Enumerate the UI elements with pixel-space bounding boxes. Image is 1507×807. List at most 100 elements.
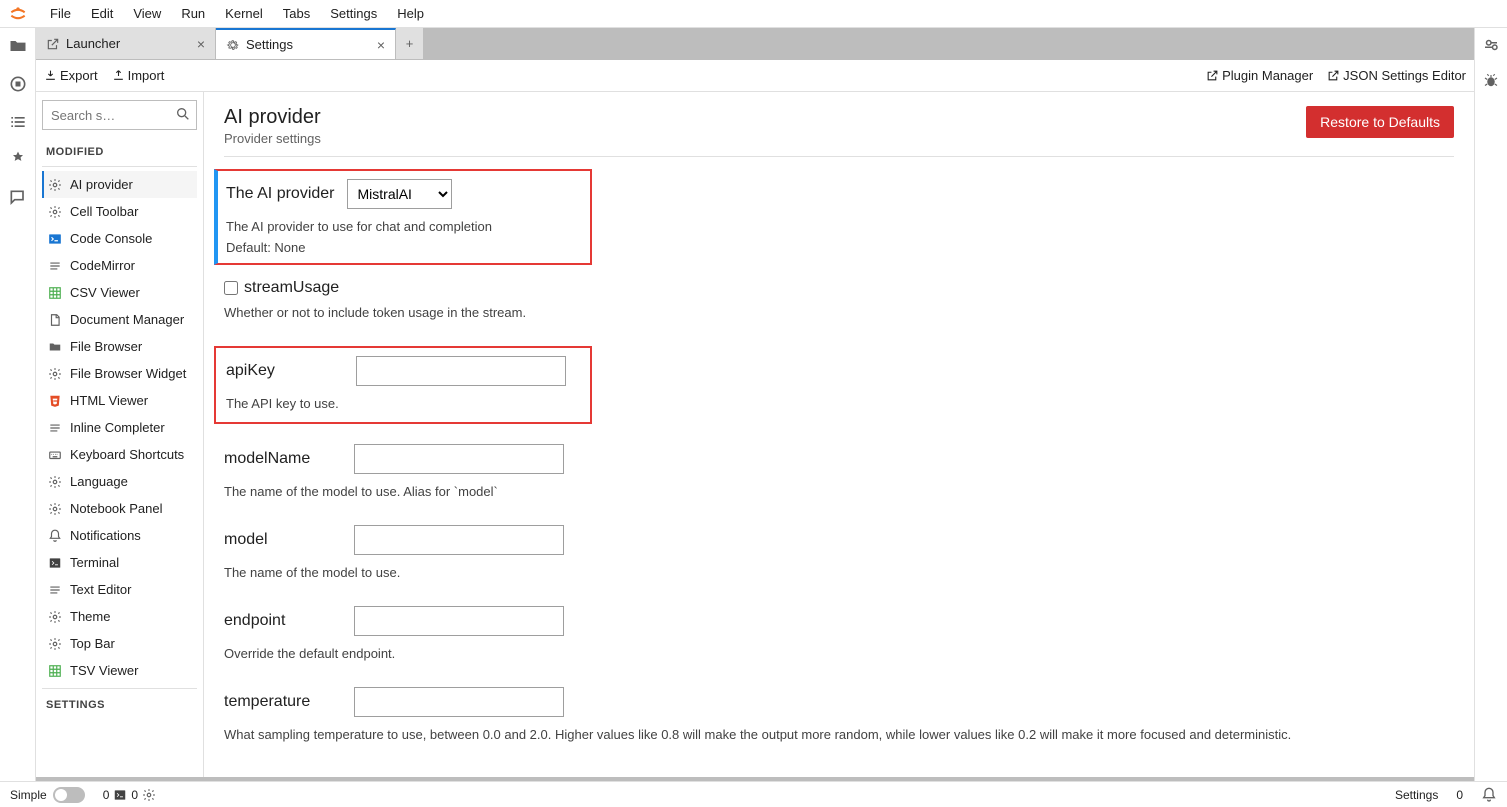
stream-usage-checkbox[interactable] <box>224 281 238 295</box>
category-item-language[interactable]: Language <box>42 468 197 495</box>
category-item-file-browser[interactable]: File Browser <box>42 333 197 360</box>
debug-icon[interactable] <box>1482 72 1500 90</box>
category-item-notifications[interactable]: Notifications <box>42 522 197 549</box>
menu-tabs[interactable]: Tabs <box>273 2 320 25</box>
endpoint-input[interactable] <box>354 606 564 636</box>
category-item-html-viewer[interactable]: HTML Viewer <box>42 387 197 414</box>
kernel-status-1[interactable]: 0 0 <box>103 788 156 802</box>
gear-icon <box>226 38 240 52</box>
folder-icon[interactable] <box>8 36 28 56</box>
gear-icon <box>48 205 62 219</box>
keyboard-icon <box>48 448 62 462</box>
category-label: Code Console <box>70 231 152 246</box>
external-icon <box>1327 69 1340 82</box>
chat-icon[interactable] <box>8 188 28 208</box>
close-icon[interactable]: × <box>197 36 205 52</box>
lines-icon <box>48 259 62 273</box>
category-item-theme[interactable]: Theme <box>42 603 197 630</box>
category-item-notebook-panel[interactable]: Notebook Panel <box>42 495 197 522</box>
field-desc-modelname: The name of the model to use. Alias for … <box>224 482 1454 503</box>
provider-select[interactable]: MistralAI <box>347 179 452 209</box>
category-label: Terminal <box>70 555 119 570</box>
jupyter-logo <box>8 4 28 24</box>
tab-add-button[interactable]: + <box>396 28 424 59</box>
plugin-manager-label: Plugin Manager <box>1222 68 1313 83</box>
category-item-inline-completer[interactable]: Inline Completer <box>42 414 197 441</box>
page-subtitle: Provider settings <box>224 131 321 146</box>
menu-edit[interactable]: Edit <box>81 2 123 25</box>
category-item-top-bar[interactable]: Top Bar <box>42 630 197 657</box>
apikey-input[interactable] <box>356 356 566 386</box>
category-label: CSV Viewer <box>70 285 140 300</box>
tab-label: Launcher <box>66 36 120 51</box>
terminal-icon <box>113 788 127 802</box>
category-item-terminal[interactable]: Terminal <box>42 549 197 576</box>
category-item-text-editor[interactable]: Text Editor <box>42 576 197 603</box>
category-label: AI provider <box>70 177 133 192</box>
model-input[interactable] <box>354 525 564 555</box>
download-icon <box>44 69 57 82</box>
grid-icon <box>48 664 62 678</box>
tab-label: Settings <box>246 37 293 52</box>
category-label: File Browser Widget <box>70 366 186 381</box>
modelname-input[interactable] <box>354 444 564 474</box>
toc-icon[interactable] <box>8 112 28 132</box>
gear-icon <box>48 637 62 651</box>
temperature-input[interactable] <box>354 687 564 717</box>
running-icon[interactable] <box>8 74 28 94</box>
statusbar: Simple 0 0 Settings 0 <box>0 781 1507 807</box>
menu-help[interactable]: Help <box>387 2 434 25</box>
field-label-modelname: modelName <box>224 450 342 468</box>
field-label-stream: streamUsage <box>244 279 339 297</box>
category-item-code-console[interactable]: Code Console <box>42 225 197 252</box>
restore-defaults-button[interactable]: Restore to Defaults <box>1306 106 1454 138</box>
category-item-cell-toolbar[interactable]: Cell Toolbar <box>42 198 197 225</box>
import-button[interactable]: Import <box>112 68 165 83</box>
category-label: HTML Viewer <box>70 393 148 408</box>
tab-settings[interactable]: Settings × <box>216 28 396 59</box>
gear-icon <box>142 788 156 802</box>
category-item-codemirror[interactable]: CodeMirror <box>42 252 197 279</box>
property-inspector-icon[interactable] <box>1482 36 1500 54</box>
menu-kernel[interactable]: Kernel <box>215 2 273 25</box>
category-item-file-browser-widget[interactable]: File Browser Widget <box>42 360 197 387</box>
lines-icon <box>48 583 62 597</box>
status-settings-label[interactable]: Settings <box>1395 788 1438 802</box>
menubar: File Edit View Run Kernel Tabs Settings … <box>0 0 1507 28</box>
menu-run[interactable]: Run <box>171 2 215 25</box>
category-item-tsv-viewer[interactable]: TSV Viewer <box>42 657 197 684</box>
json-editor-link[interactable]: JSON Settings Editor <box>1327 68 1466 83</box>
category-label: CodeMirror <box>70 258 135 273</box>
plugin-manager-link[interactable]: Plugin Manager <box>1206 68 1313 83</box>
menu-file[interactable]: File <box>40 2 81 25</box>
field-desc-temperature: What sampling temperature to use, betwee… <box>224 725 1454 746</box>
terminal-icon <box>48 556 62 570</box>
grid-icon <box>48 286 62 300</box>
tab-launcher[interactable]: Launcher × <box>36 28 216 59</box>
field-desc-model: The name of the model to use. <box>224 563 1454 584</box>
extension-icon[interactable] <box>8 150 28 170</box>
category-item-ai-provider[interactable]: AI provider <box>42 171 197 198</box>
simple-label: Simple <box>10 788 47 802</box>
close-icon[interactable]: × <box>377 37 385 53</box>
settings-toolbar: Export Import Plugin Manager JSON Settin… <box>36 60 1474 92</box>
bell-icon <box>48 529 62 543</box>
field-label-apikey: apiKey <box>226 362 344 380</box>
page-title: AI provider <box>224 106 321 129</box>
category-item-keyboard-shortcuts[interactable]: Keyboard Shortcuts <box>42 441 197 468</box>
export-button[interactable]: Export <box>44 68 98 83</box>
category-item-document-manager[interactable]: Document Manager <box>42 306 197 333</box>
field-label-provider: The AI provider <box>226 185 335 203</box>
bell-icon[interactable] <box>1481 787 1497 803</box>
category-label: Inline Completer <box>70 420 165 435</box>
category-item-csv-viewer[interactable]: CSV Viewer <box>42 279 197 306</box>
json-editor-label: JSON Settings Editor <box>1343 68 1466 83</box>
search-input[interactable] <box>42 100 197 130</box>
left-rail <box>0 28 36 781</box>
simple-toggle[interactable] <box>53 787 85 803</box>
import-label: Import <box>128 68 165 83</box>
menu-settings[interactable]: Settings <box>320 2 387 25</box>
category-label: Notifications <box>70 528 141 543</box>
menu-view[interactable]: View <box>123 2 171 25</box>
category-label: Language <box>70 474 128 489</box>
